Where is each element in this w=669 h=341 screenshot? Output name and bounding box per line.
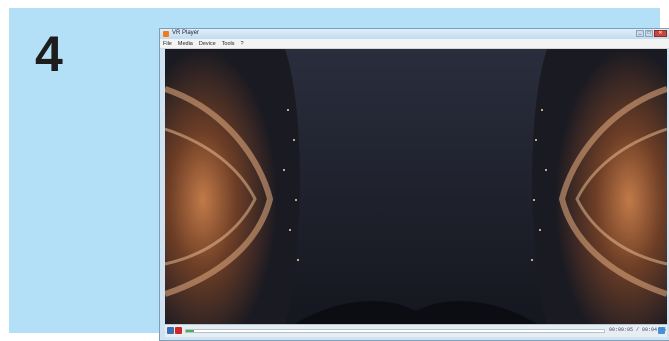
menu-file[interactable]: File [163, 41, 172, 47]
menu-device[interactable]: Device [199, 41, 216, 47]
window-title: VR Player [172, 30, 200, 36]
menu-bar: File Media Device Tools ? [160, 39, 669, 49]
menu-tools[interactable]: Tools [222, 41, 235, 47]
title-bar[interactable]: VR Player _ □ ✕ [160, 29, 669, 39]
video-frame[interactable] [165, 49, 667, 324]
video-image [165, 49, 667, 324]
stop-icon[interactable] [175, 327, 182, 334]
menu-media[interactable]: Media [178, 41, 193, 47]
player-window: VR Player _ □ ✕ File Media Device Tools … [159, 28, 669, 341]
window-controls: _ □ ✕ [636, 30, 667, 37]
step-number: 4 [35, 26, 63, 82]
current-time: 00:00:05 [609, 327, 634, 333]
maximize-button[interactable]: □ [645, 30, 653, 37]
instruction-panel: 4 VR Player _ □ ✕ File Media Device Tool… [9, 8, 669, 341]
seek-progress [186, 330, 195, 332]
seek-bar[interactable] [185, 329, 605, 333]
minimize-button[interactable]: _ [636, 30, 644, 37]
menu-help[interactable]: ? [241, 41, 244, 47]
close-button[interactable]: ✕ [654, 30, 667, 37]
play-pause-icon[interactable] [167, 327, 174, 334]
volume-icon[interactable] [658, 327, 665, 334]
playback-controls: 00:00:05 / 00:04:15 [165, 324, 667, 337]
app-icon [163, 31, 169, 37]
